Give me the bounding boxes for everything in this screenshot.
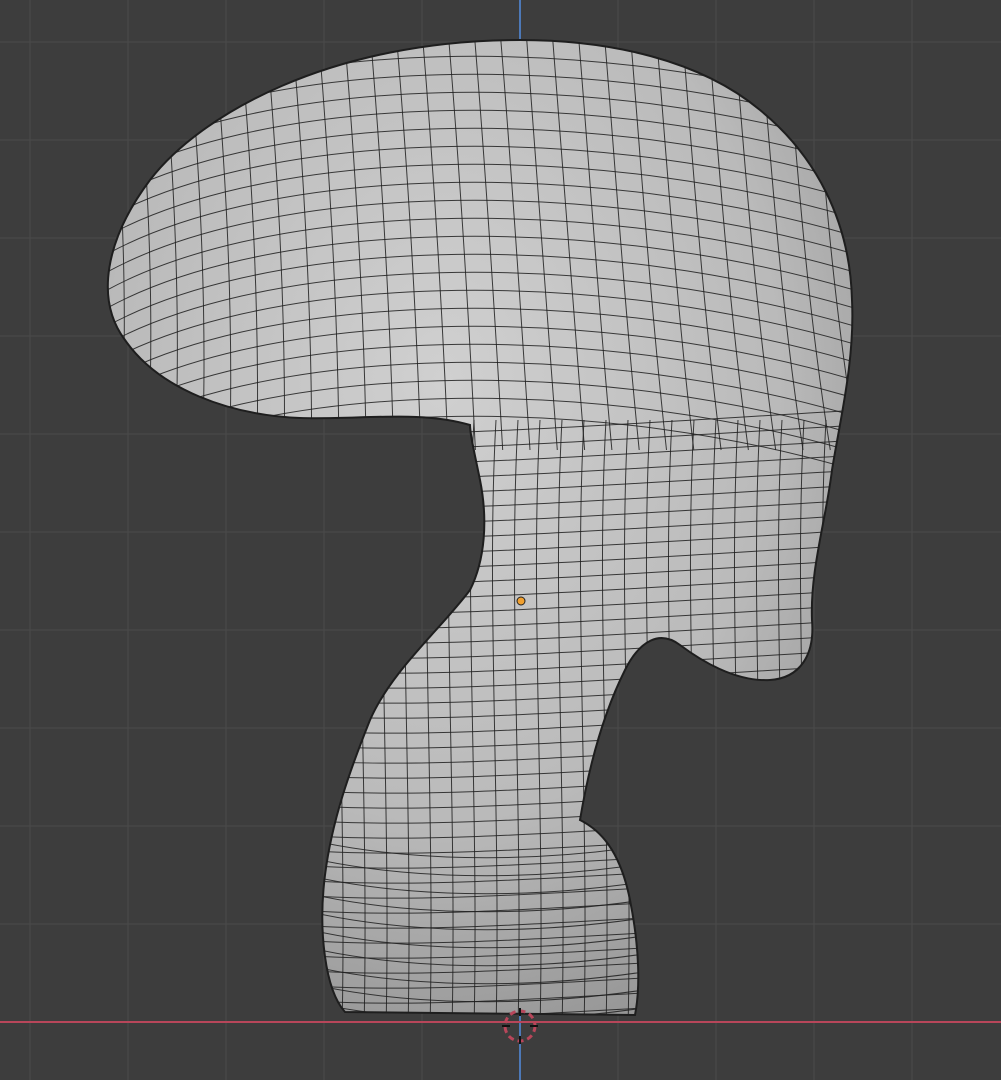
mesh-edge-loop [864,30,912,450]
mesh-edge-loop [315,419,322,1015]
object-origin-icon[interactable] [516,596,526,606]
3d-viewport[interactable] [0,0,1001,1080]
viewport-scene[interactable] [0,0,1001,1080]
sculpt-mesh[interactable] [90,30,912,1030]
mesh-surface[interactable] [107,40,853,1015]
